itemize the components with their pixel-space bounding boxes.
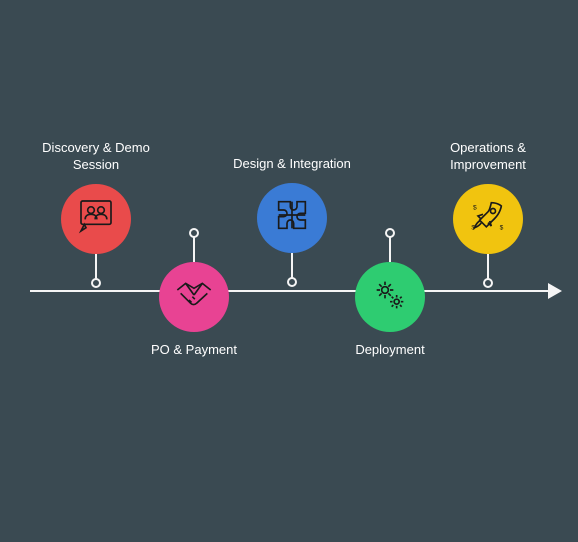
node-dot	[385, 228, 395, 238]
step-label: PO & Payment	[134, 342, 254, 359]
step-operations: Operations & Improvement $ $ $	[428, 140, 548, 254]
step-deployment: Deployment	[330, 262, 450, 359]
node-dot	[189, 228, 199, 238]
step-label: Discovery & Demo Session	[36, 140, 156, 174]
presentation-people-icon	[76, 196, 116, 241]
rocket-launch-icon: $ $ $	[468, 196, 508, 241]
step-po-payment: PO & Payment	[134, 262, 254, 359]
timeline-axis	[30, 290, 550, 292]
handshake-icon	[174, 275, 214, 320]
timeline-arrowhead	[548, 283, 562, 299]
step-label: Design & Integration	[232, 156, 352, 173]
step-circle	[61, 184, 131, 254]
step-label: Deployment	[330, 342, 450, 359]
step-discovery: Discovery & Demo Session	[36, 140, 156, 254]
gears-icon	[370, 275, 410, 320]
svg-text:$: $	[500, 225, 504, 232]
step-design-integration: Design & Integration	[232, 156, 352, 253]
node-dot	[91, 278, 101, 288]
step-label: Operations & Improvement	[428, 140, 548, 174]
svg-text:$: $	[473, 205, 477, 212]
node-dot	[287, 277, 297, 287]
puzzle-icon	[272, 195, 312, 240]
step-circle: $ $ $	[453, 184, 523, 254]
step-circle	[355, 262, 425, 332]
svg-text:$: $	[471, 225, 475, 232]
step-circle	[159, 262, 229, 332]
step-circle	[257, 183, 327, 253]
process-timeline: Discovery & Demo Session	[0, 0, 578, 542]
node-dot	[483, 278, 493, 288]
